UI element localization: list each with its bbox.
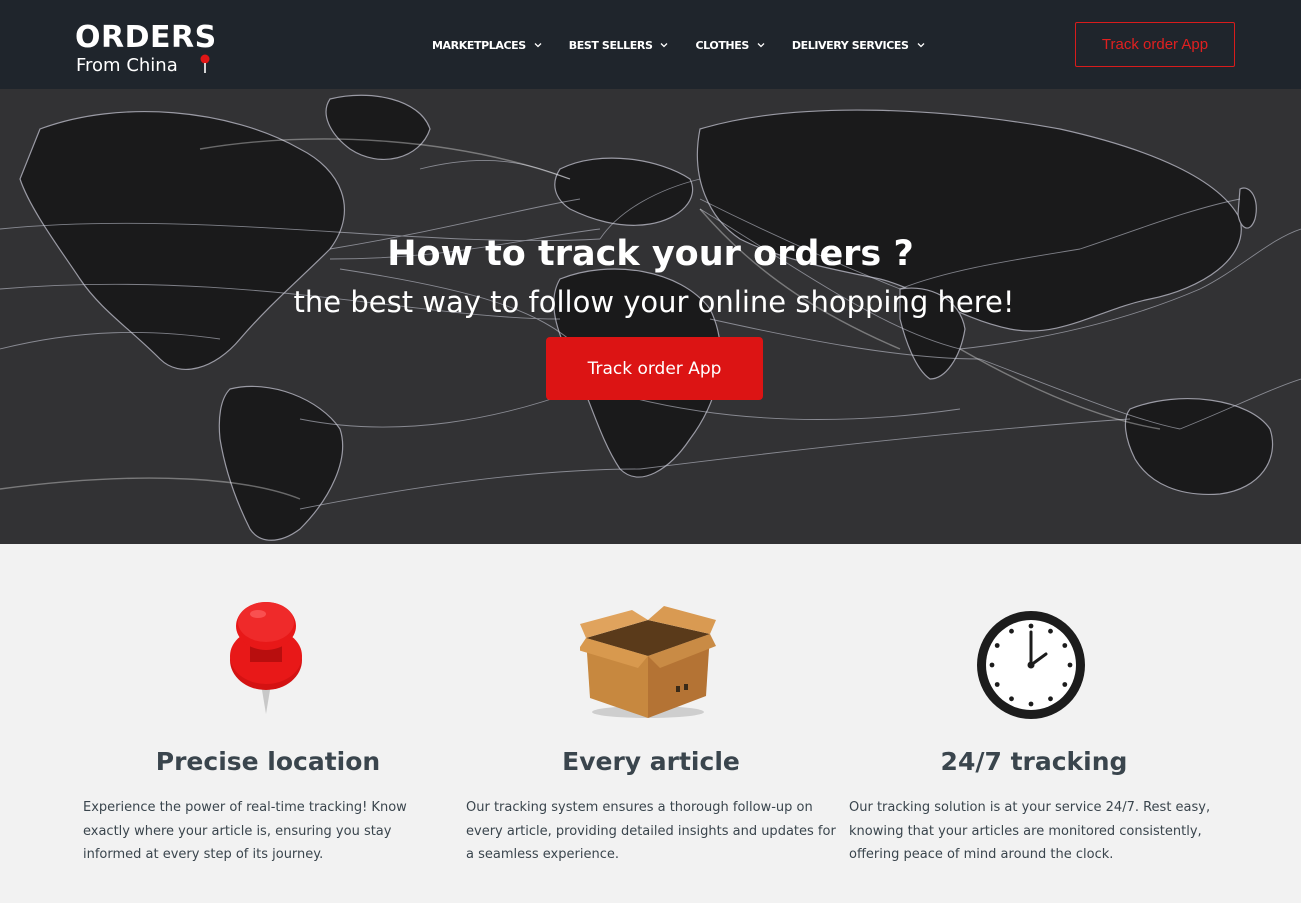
- nav-item-label: BEST SELLERS: [568, 38, 653, 52]
- nav-item-clothes[interactable]: CLOTHES: [695, 36, 765, 54]
- track-order-app-header-button[interactable]: Track order App: [1075, 22, 1235, 67]
- chevron-down-icon: [534, 43, 542, 48]
- hero-subtitle: the best way to follow your online shopp…: [293, 285, 1015, 319]
- feature-title: Precise location: [155, 747, 381, 776]
- chevron-down-icon: [661, 43, 668, 48]
- nav-item-label: MARKETPLACES: [432, 38, 526, 52]
- nav-item-marketplaces[interactable]: MARKETPLACES: [432, 36, 542, 54]
- feature-text: Our tracking system ensures a thorough f…: [466, 800, 836, 862]
- box-icon: [580, 606, 716, 718]
- site-header: ORDERS From China MARKETPLACES BEST SELL…: [0, 0, 1301, 89]
- logo-text-bottom: From China: [76, 55, 178, 76]
- feature-text: Our tracking solution is at your service…: [849, 800, 1211, 862]
- main-nav: MARKETPLACES BEST SELLERS CLOTHES DELIVE…: [432, 36, 925, 54]
- chevron-down-icon: [757, 43, 765, 48]
- nav-item-best-sellers[interactable]: BEST SELLERS: [569, 36, 669, 54]
- feature-text: Experience the power of real-time tracki…: [83, 800, 407, 862]
- logo-text-top: ORDERS: [75, 20, 217, 55]
- nav-item-delivery-services[interactable]: DELIVERY SERVICES: [792, 36, 925, 54]
- track-order-app-hero-button[interactable]: Track order App: [546, 337, 763, 400]
- hero-section: How to track your orders ? the best way …: [0, 89, 1301, 544]
- hero-title: How to track your orders ?: [387, 234, 914, 274]
- nav-item-label: DELIVERY SERVICES: [791, 38, 909, 52]
- chevron-down-icon: [917, 43, 925, 48]
- clock-icon: [977, 611, 1085, 719]
- logo[interactable]: ORDERS From China: [75, 22, 225, 78]
- feature-title: 24/7 tracking: [940, 747, 1128, 776]
- logo-pin-icon: [200, 54, 210, 73]
- pushpin-icon: [230, 602, 302, 714]
- nav-item-label: CLOTHES: [695, 38, 749, 52]
- feature-title: Every article: [562, 747, 740, 776]
